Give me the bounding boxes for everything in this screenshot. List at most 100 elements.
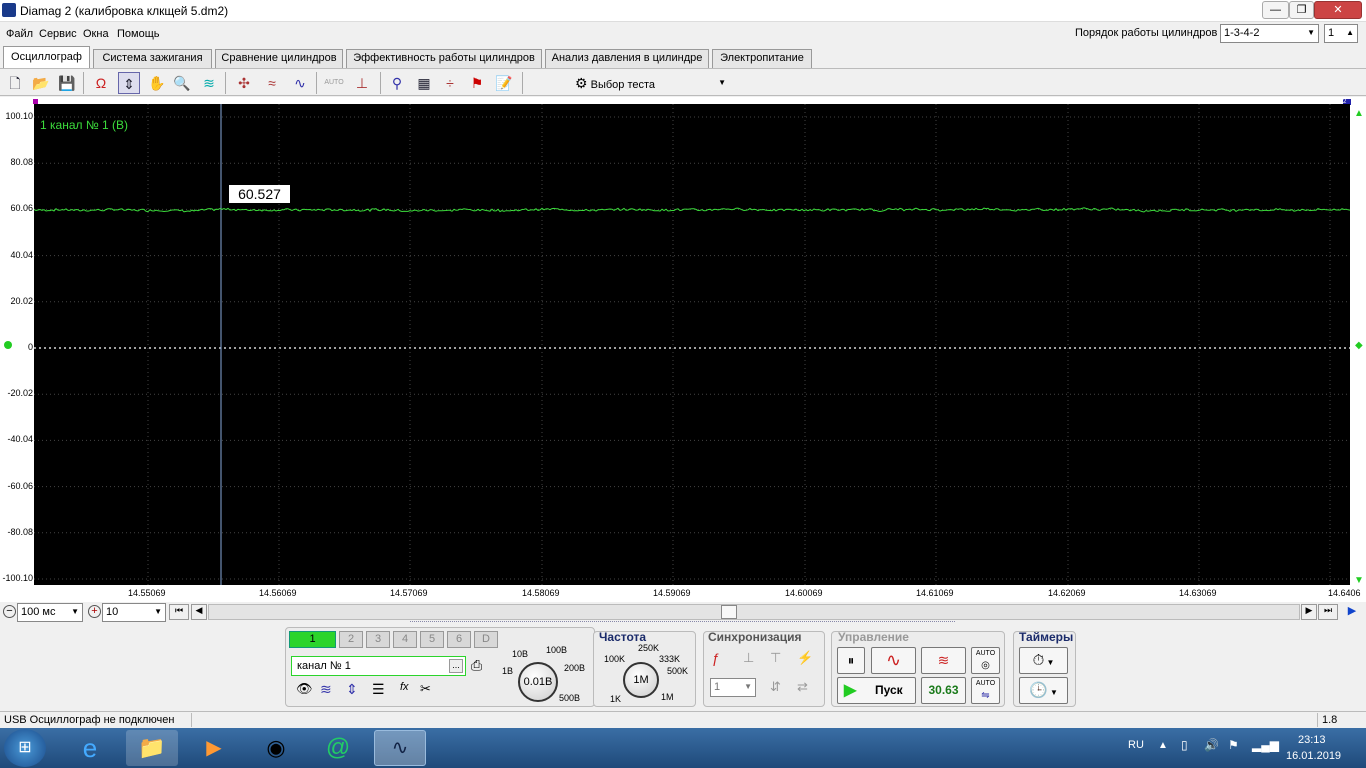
auto-button-1[interactable]: AUTO ◎ [971, 647, 1000, 674]
scroll-right-button[interactable]: ▶ [1301, 604, 1317, 620]
battery-icon[interactable]: ▯ [1181, 738, 1188, 752]
sync-rising-icon[interactable]: ƒ [712, 650, 720, 666]
menu-file[interactable]: Файл [6, 28, 33, 40]
sync-merge-icon[interactable]: ⇄ [797, 679, 808, 695]
function-icon[interactable]: fx [400, 681, 409, 693]
tab-ignition[interactable]: Система зажигания [93, 49, 212, 68]
tab-cylinder-compare[interactable]: Сравнение цилиндров [215, 49, 343, 68]
clock-date[interactable]: 16.01.2019 [1286, 750, 1341, 762]
flag-icon[interactable]: ⚑ [1228, 738, 1239, 752]
maximize-button[interactable]: ❐ [1289, 1, 1314, 19]
cursor-measure-icon[interactable]: ⇕ [118, 72, 140, 94]
zero-marker-left[interactable] [4, 341, 12, 349]
channel-d-button[interactable]: D [474, 631, 498, 648]
start-button[interactable]: ▶ Пуск [837, 677, 916, 704]
zero-level-icon[interactable]: ⊥ [351, 72, 373, 94]
channel-4-button[interactable]: 4 [393, 631, 417, 648]
channel-filter-icon[interactable]: ⚲ [386, 72, 408, 94]
oscilloscope-screen[interactable]: 1 канал № 1 (В) 60.527 [34, 104, 1350, 585]
eye-icon[interactable]: 👁 [296, 681, 313, 697]
sync-level-icon[interactable]: ⇵ [770, 679, 781, 695]
pause-button[interactable]: ⏸ [837, 647, 865, 674]
new-file-icon[interactable]: 🗋 [4, 72, 26, 94]
tab-oscilloscope[interactable]: Осциллограф [3, 46, 90, 68]
auto-scale-icon[interactable]: AUTO [323, 72, 345, 94]
tab-power[interactable]: Электропитание [712, 49, 812, 68]
vertical-scale-icon[interactable]: ⇕ [346, 681, 358, 698]
sync-channel-select[interactable]: 1 ▼ [710, 678, 756, 697]
channel-3-button[interactable]: 3 [366, 631, 390, 648]
wave-compress-icon[interactable]: ✣ [233, 72, 255, 94]
filter-icon[interactable]: ≋ [198, 72, 220, 94]
magnet-icon[interactable]: Ω [90, 72, 112, 94]
tray-expand-icon[interactable]: ▲ [1158, 740, 1168, 751]
zero-marker-right[interactable]: ◆ [1355, 340, 1363, 351]
scroll-up-arrow-icon[interactable]: ▲ [1354, 108, 1364, 119]
chrome-icon[interactable]: ◉ [250, 730, 302, 766]
play-icon[interactable]: ▶ [1344, 604, 1360, 620]
sync-step-up-icon[interactable]: ⊥ [743, 650, 754, 666]
channel-6-button[interactable]: 6 [447, 631, 471, 648]
scroll-down-arrow-icon[interactable]: ▼ [1354, 575, 1364, 586]
sync-auto-icon[interactable]: ⚡ [797, 650, 813, 666]
auto-button-2[interactable]: AUTO ⇋ [971, 677, 1000, 704]
channel-2-button[interactable]: 2 [339, 631, 363, 648]
split-icon[interactable]: ÷ [439, 72, 461, 94]
timer-1-button[interactable]: ⏱ ▼ [1019, 647, 1068, 674]
channel-5-button[interactable]: 5 [420, 631, 444, 648]
panel-splitter[interactable] [410, 621, 955, 625]
language-indicator[interactable]: RU [1128, 739, 1144, 751]
open-folder-icon[interactable]: 📂 [30, 72, 52, 94]
tab-cylinder-efficiency[interactable]: Эффективность работы цилиндров [346, 49, 542, 68]
scrollbar-thumb[interactable] [721, 605, 737, 619]
timer-2-button[interactable]: 🕒 ▼ [1019, 677, 1068, 704]
close-button[interactable]: ✕ [1314, 1, 1362, 19]
cylinder-count-stepper[interactable]: 1 ▲ [1324, 24, 1358, 43]
hand-pan-icon[interactable]: ✋ [146, 72, 168, 94]
scroll-left-button[interactable]: ◀ [191, 604, 207, 620]
wave-icon[interactable]: ≋ [320, 681, 332, 698]
tab-pressure-analysis[interactable]: Анализ давления в цилиндре [545, 49, 709, 68]
zoom-level-select[interactable]: 10 ▼ [102, 603, 166, 622]
scroll-end-button[interactable]: ⏭ [1318, 604, 1338, 620]
minimize-button[interactable]: — [1262, 1, 1289, 19]
horizontal-scrollbar[interactable] [208, 604, 1300, 620]
cylinder-order-select[interactable]: 1-3-4-2 ▼ [1220, 24, 1319, 43]
time-per-div-select[interactable]: 100 мс ▼ [17, 603, 83, 622]
clock-time[interactable]: 23:13 [1298, 734, 1326, 746]
zoom-in-icon[interactable]: + [88, 605, 101, 618]
menu-help[interactable]: Помощь [117, 28, 160, 40]
media-player-icon[interactable]: ▶ [188, 730, 240, 766]
mail-agent-icon[interactable]: @ [312, 730, 364, 766]
wave-stack-icon[interactable]: ≈ [261, 72, 283, 94]
test-select[interactable]: ⚙ Выбор теста ▼ [575, 72, 730, 94]
channel-name-field[interactable]: канал № 1 ... [291, 656, 466, 676]
ie-icon[interactable]: e [64, 730, 116, 766]
sine-wave-button[interactable]: ∿ [871, 647, 916, 674]
noise-wave-button[interactable]: ≋ [921, 647, 966, 674]
tools-icon[interactable]: ✂ [420, 681, 431, 697]
diamag-task-icon[interactable]: ∿ [374, 730, 426, 766]
status-divider [191, 713, 192, 727]
channel-export-icon[interactable]: ⎙ [471, 657, 482, 674]
menu-service[interactable]: Сервис [39, 28, 77, 40]
zoom-icon[interactable]: 🔍 [171, 72, 193, 94]
frequency-knob[interactable]: 1М [623, 662, 659, 698]
note-icon[interactable]: 📝 [493, 72, 515, 94]
volume-icon[interactable]: 🔊 [1204, 738, 1219, 752]
amplitude-knob[interactable]: 0.01В [518, 662, 558, 702]
explorer-icon[interactable]: 📁 [126, 730, 178, 766]
sync-step-down-icon[interactable]: ⊤ [770, 650, 781, 666]
scroll-start-button[interactable]: ⏮ [169, 604, 189, 620]
channel-name-browse-button[interactable]: ... [449, 659, 463, 673]
start-orb-icon[interactable]: ⊞ [4, 729, 46, 767]
grid-icon[interactable]: ▦ [413, 72, 435, 94]
save-icon[interactable]: 💾 [56, 72, 78, 94]
line-style-icon[interactable]: ☰ [372, 681, 385, 698]
network-icon[interactable]: ▂▄▆ [1252, 738, 1279, 752]
menu-windows[interactable]: Окна [83, 28, 109, 40]
wave-overlay-icon[interactable]: ∿ [289, 72, 311, 94]
zoom-out-icon[interactable]: − [3, 605, 16, 618]
flag-icon[interactable]: ⚑ [466, 72, 488, 94]
channel-1-button[interactable]: 1 [289, 631, 336, 648]
